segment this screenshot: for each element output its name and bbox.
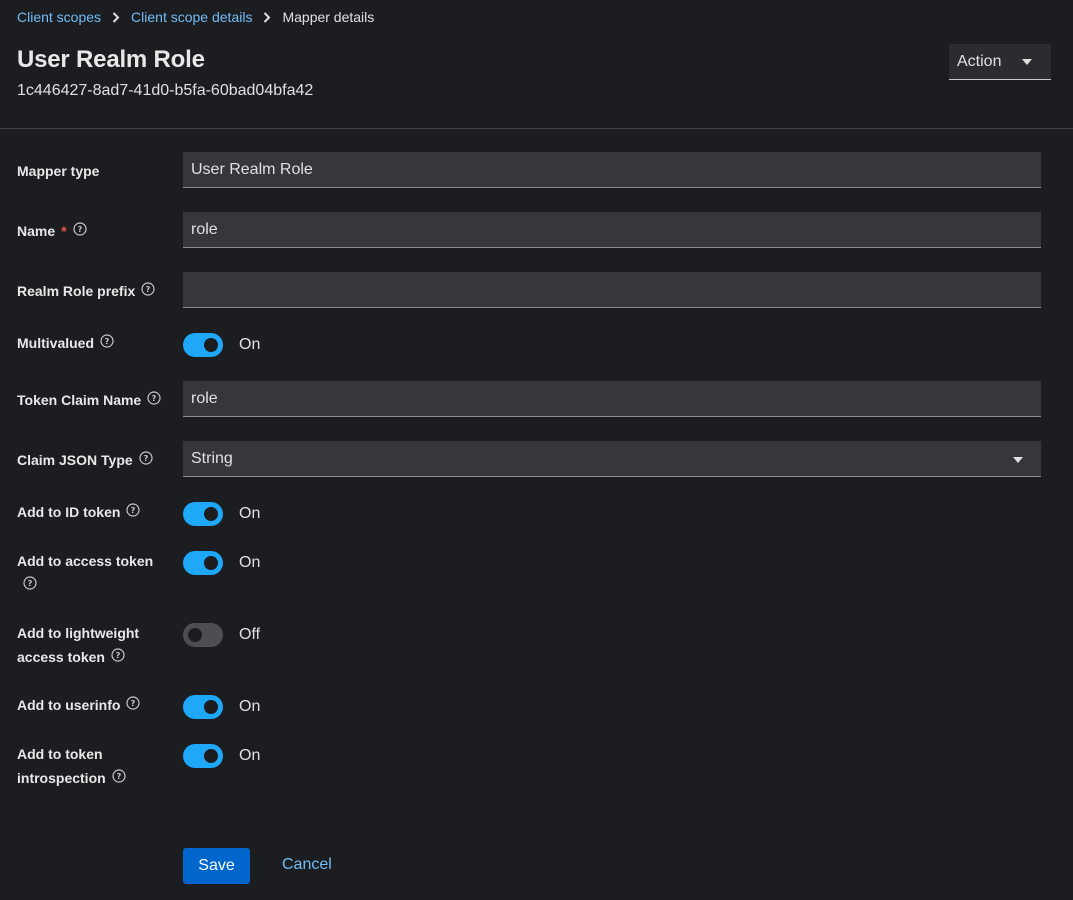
mapper-type-label: Mapper type <box>17 163 100 179</box>
help-icon[interactable]: ? <box>72 219 87 243</box>
svg-text:?: ? <box>143 454 148 463</box>
caret-down-icon <box>1022 59 1032 65</box>
svg-text:?: ? <box>77 225 82 234</box>
add-to-id-token-state: On <box>239 505 261 522</box>
help-icon[interactable]: ? <box>112 766 126 790</box>
claim-json-type-select[interactable]: String <box>183 441 1041 477</box>
header-divider <box>0 128 1073 129</box>
save-button[interactable]: Save <box>183 848 250 884</box>
add-to-userinfo-state: On <box>239 698 261 715</box>
realm-role-prefix-input[interactable] <box>183 272 1041 308</box>
mapper-id: 1c446427-8ad7-41d0-b5fa-60bad04bfa42 <box>17 82 314 99</box>
add-to-introspection-state: On <box>239 747 261 764</box>
add-to-lightweight-label: Add to lightweight access token? <box>17 621 139 670</box>
svg-text:?: ? <box>116 772 121 781</box>
multivalued-toggle[interactable] <box>183 333 223 357</box>
add-to-userinfo-label: Add to userinfo? <box>17 693 141 718</box>
token-claim-name-input[interactable]: role <box>183 381 1041 417</box>
multivalued-label: Multivalued? <box>17 331 114 356</box>
add-to-access-token-label: Add to access token? <box>17 549 153 598</box>
help-icon[interactable]: ? <box>126 500 141 524</box>
add-to-access-token-state: On <box>239 554 261 571</box>
breadcrumb-client-scopes[interactable]: Client scopes <box>17 9 101 25</box>
required-indicator: * <box>61 223 67 239</box>
help-icon[interactable]: ? <box>100 331 114 355</box>
caret-down-icon <box>1013 457 1023 463</box>
help-icon[interactable]: ? <box>111 645 125 669</box>
help-icon[interactable]: ? <box>139 448 153 472</box>
breadcrumb-client-scope-details[interactable]: Client scope details <box>131 9 252 25</box>
breadcrumb: Client scopes Client scope details Mappe… <box>17 8 374 26</box>
add-to-id-token-toggle[interactable] <box>183 502 223 526</box>
add-to-userinfo-toggle[interactable] <box>183 695 223 719</box>
svg-text:?: ? <box>152 394 157 403</box>
chevron-right-icon <box>101 11 131 23</box>
svg-text:?: ? <box>28 579 33 588</box>
svg-text:?: ? <box>131 506 136 515</box>
add-to-access-token-toggle[interactable] <box>183 551 223 575</box>
mapper-type-field: User Realm Role <box>183 152 1041 188</box>
add-to-id-token-label: Add to ID token? <box>17 500 141 525</box>
name-label: Name *? <box>17 219 87 244</box>
name-input[interactable]: role <box>183 212 1041 248</box>
cancel-button[interactable]: Cancel <box>282 856 332 874</box>
claim-json-type-label: Claim JSON Type? <box>17 448 153 473</box>
multivalued-state: On <box>239 336 261 353</box>
help-icon[interactable]: ? <box>141 279 155 303</box>
add-to-lightweight-state: Off <box>239 626 261 643</box>
help-icon[interactable]: ? <box>126 693 141 717</box>
add-to-lightweight-toggle[interactable] <box>183 623 223 647</box>
svg-text:?: ? <box>116 651 121 660</box>
action-label: Action <box>957 52 1002 70</box>
svg-text:?: ? <box>131 699 136 708</box>
breadcrumb-current: Mapper details <box>282 9 375 25</box>
realm-role-prefix-label: Realm Role prefix? <box>17 279 155 304</box>
add-to-introspection-label: Add to token introspection? <box>17 742 126 791</box>
svg-text:?: ? <box>146 285 151 294</box>
token-claim-name-label: Token Claim Name? <box>17 388 161 413</box>
help-icon[interactable]: ? <box>147 388 161 412</box>
mapper-details-page: Client scopes Client scope details Mappe… <box>0 0 1073 900</box>
page-title: User Realm Role <box>17 46 205 73</box>
chevron-right-icon <box>252 11 282 23</box>
help-icon[interactable]: ? <box>23 573 37 597</box>
add-to-introspection-toggle[interactable] <box>183 744 223 768</box>
svg-text:?: ? <box>105 337 110 346</box>
action-dropdown-button[interactable]: Action <box>949 44 1051 80</box>
